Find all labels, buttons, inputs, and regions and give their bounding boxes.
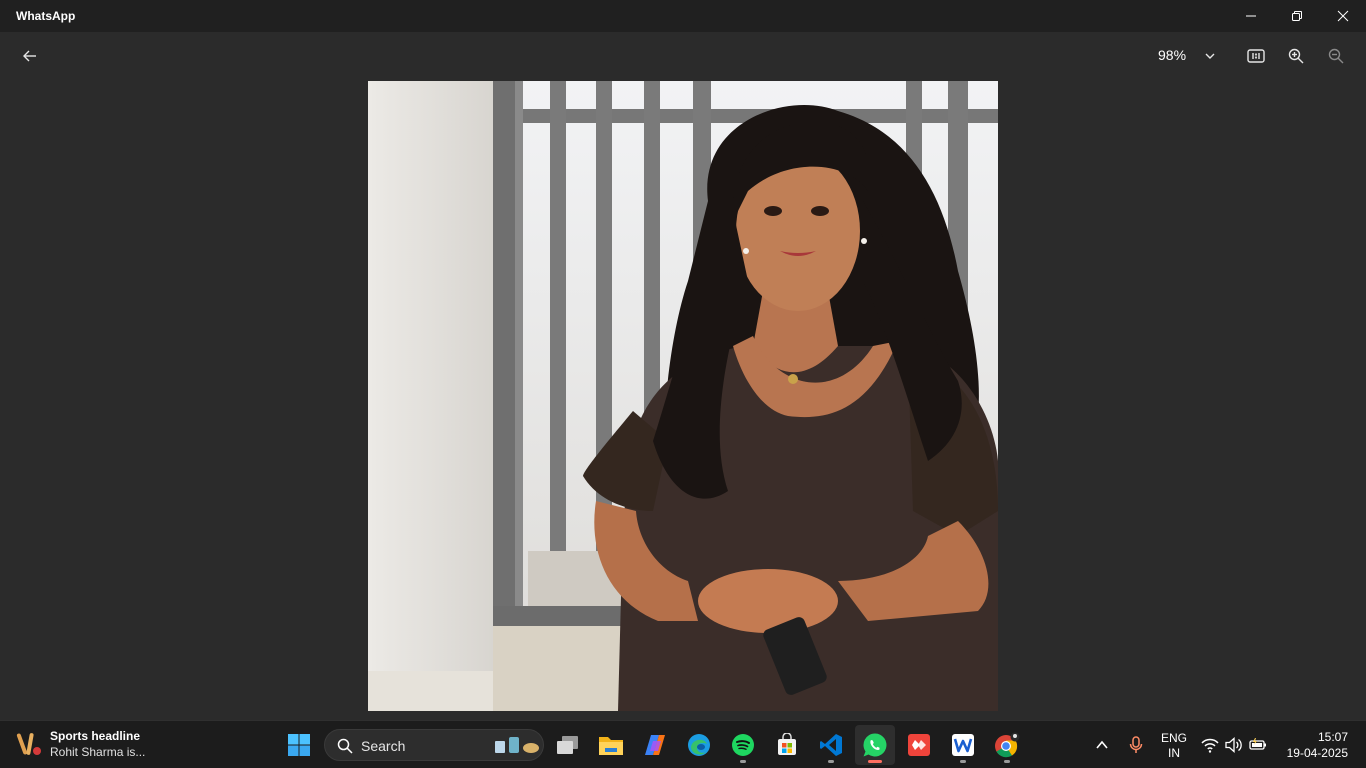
wps-writer-button[interactable] bbox=[943, 725, 983, 765]
anydesk-icon bbox=[908, 734, 930, 756]
close-button[interactable] bbox=[1320, 0, 1366, 32]
anydesk-button[interactable] bbox=[899, 725, 939, 765]
viewer-toolbar: 98% bbox=[0, 32, 1366, 80]
taskbar-search[interactable]: Search bbox=[324, 729, 544, 761]
chrome-button[interactable] bbox=[987, 725, 1027, 765]
language-region: IN bbox=[1168, 746, 1180, 760]
active-indicator bbox=[868, 760, 882, 763]
battery-icon bbox=[1249, 738, 1266, 750]
copilot-button[interactable] bbox=[635, 725, 675, 765]
search-highlight-icon bbox=[495, 737, 539, 753]
clock[interactable]: 15:07 19-04-2025 bbox=[1287, 729, 1348, 761]
quick-settings-button[interactable] bbox=[1196, 725, 1272, 765]
wifi-icon bbox=[1201, 738, 1219, 753]
volume-icon bbox=[1225, 737, 1242, 753]
minimize-icon bbox=[1246, 15, 1256, 17]
restore-button[interactable] bbox=[1274, 0, 1320, 32]
zoom-out-button[interactable] bbox=[1320, 40, 1352, 72]
actual-size-icon bbox=[1247, 49, 1265, 63]
clock-time: 15:07 bbox=[1317, 730, 1348, 744]
photo-image bbox=[368, 81, 998, 711]
chevron-down-icon bbox=[1205, 53, 1215, 59]
arrow-left-icon bbox=[23, 50, 36, 62]
taskbar: Sports headline Rohit Sharma is... Searc… bbox=[0, 720, 1366, 768]
viewed-photo[interactable] bbox=[368, 81, 998, 711]
copilot-icon bbox=[645, 735, 665, 755]
store-icon bbox=[778, 733, 796, 755]
chevron-up-icon bbox=[1096, 740, 1108, 749]
edge-button[interactable] bbox=[679, 725, 719, 765]
whatsapp-button[interactable] bbox=[855, 725, 895, 765]
show-hidden-icons-button[interactable] bbox=[1086, 725, 1118, 765]
zoom-out-icon bbox=[1328, 48, 1344, 64]
actual-size-button[interactable] bbox=[1240, 40, 1272, 72]
back-button[interactable] bbox=[14, 40, 46, 72]
zoom-in-button[interactable] bbox=[1280, 40, 1312, 72]
zoom-in-icon bbox=[1288, 48, 1304, 64]
task-view-button[interactable] bbox=[548, 725, 588, 765]
cricket-icon bbox=[16, 733, 41, 755]
close-icon bbox=[1337, 10, 1349, 22]
running-indicator bbox=[740, 760, 746, 763]
restore-icon bbox=[1292, 11, 1302, 21]
start-button[interactable] bbox=[279, 725, 319, 765]
zoom-dropdown[interactable] bbox=[1194, 40, 1226, 72]
news-widget[interactable]: Sports headline Rohit Sharma is... bbox=[14, 727, 214, 763]
folder-icon bbox=[599, 737, 623, 755]
microphone-button[interactable] bbox=[1120, 725, 1152, 765]
clock-date: 19-04-2025 bbox=[1286, 746, 1348, 760]
edge-icon bbox=[688, 734, 710, 756]
vscode-button[interactable] bbox=[811, 725, 851, 765]
spotify-button[interactable] bbox=[723, 725, 763, 765]
widget-subtitle: Rohit Sharma is... bbox=[50, 745, 146, 759]
running-indicator bbox=[960, 760, 966, 763]
search-icon bbox=[337, 738, 353, 754]
store-button[interactable] bbox=[767, 725, 807, 765]
file-explorer-button[interactable] bbox=[591, 725, 631, 765]
title-bar: WhatsApp bbox=[0, 0, 1366, 32]
microphone-icon bbox=[1129, 736, 1143, 753]
search-label: Search bbox=[361, 738, 406, 754]
task-view-icon bbox=[557, 736, 578, 754]
window-title: WhatsApp bbox=[16, 9, 76, 23]
chrome-icon bbox=[995, 732, 1020, 758]
widget-title: Sports headline bbox=[50, 729, 141, 743]
vscode-icon bbox=[820, 734, 842, 756]
minimize-button[interactable] bbox=[1228, 0, 1274, 32]
language-indicator[interactable]: ENG IN bbox=[1156, 731, 1192, 761]
wps-writer-icon bbox=[952, 734, 974, 756]
zoom-level: 98% bbox=[1158, 47, 1187, 63]
windows-logo-icon bbox=[288, 734, 310, 756]
spotify-icon bbox=[732, 734, 754, 756]
language-code: ENG bbox=[1160, 731, 1187, 745]
whatsapp-icon bbox=[863, 733, 887, 757]
running-indicator bbox=[1004, 760, 1010, 763]
running-indicator bbox=[828, 760, 834, 763]
